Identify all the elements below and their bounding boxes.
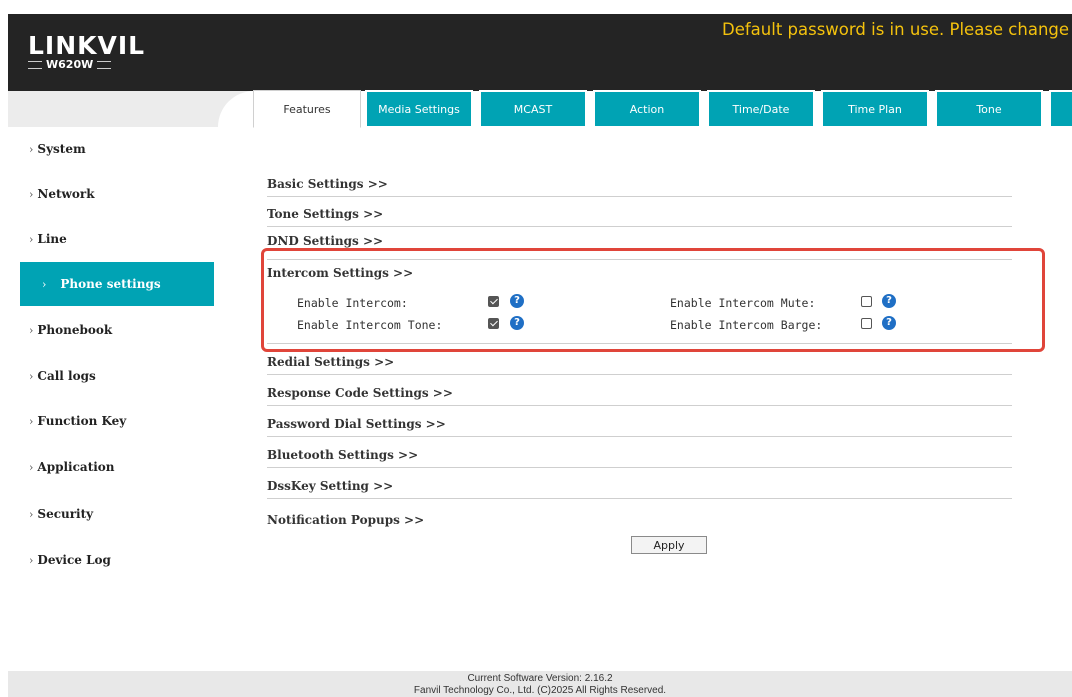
footer: Current Software Version: 2.16.2 Fanvil … (8, 671, 1072, 697)
copyright: Fanvil Technology Co., Ltd. (C)2025 All … (413, 685, 667, 696)
password-warning[interactable]: Default password is in use. Please chang… (722, 20, 1069, 39)
sidebar-item-label: Phonebook (37, 323, 113, 337)
section-divider (267, 343, 1012, 344)
tab-time-plan[interactable]: Time Plan (821, 90, 929, 126)
chevron-right-icon: › (29, 142, 34, 156)
help-icon[interactable]: ? (882, 294, 896, 308)
sidebar-item-label: Call logs (37, 369, 96, 383)
section-response-code-settings[interactable]: Response Code Settings >> (267, 380, 1012, 406)
sidebar-item-label: Security (37, 507, 94, 521)
sidebar-item-network[interactable]: › Network (20, 172, 214, 216)
apply-button[interactable]: Apply (631, 536, 707, 554)
bars-left-icon (28, 61, 42, 69)
tab-time-date[interactable]: Time/Date (707, 90, 815, 126)
help-icon[interactable]: ? (510, 316, 524, 330)
brand-logo: LINKVIL W620W (28, 32, 145, 71)
bars-right-icon (97, 61, 112, 69)
sidebar-item-call-logs[interactable]: › Call logs (20, 354, 214, 398)
enable-intercom-checkbox[interactable] (488, 296, 499, 307)
enable-intercom-mute-label: Enable Intercom Mute: (670, 296, 816, 310)
sidebar-item-phone-settings[interactable]: › Phone settings (20, 262, 214, 306)
sidebar-item-line[interactable]: › Line (20, 217, 214, 261)
sidebar-item-label: Device Log (37, 553, 111, 567)
section-tone-settings[interactable]: Tone Settings >> (267, 201, 1012, 227)
top-header: LINKVIL W620W Default password is in use… (8, 14, 1072, 91)
enable-intercom-tone-checkbox[interactable] (488, 318, 499, 329)
chevron-right-icon: › (29, 507, 34, 521)
enable-intercom-mute-checkbox[interactable] (861, 296, 872, 307)
section-dnd-settings[interactable]: DND Settings >> (267, 232, 1012, 250)
enable-intercom-barge-label: Enable Intercom Barge: (670, 318, 823, 332)
chevron-right-icon: › (29, 414, 34, 428)
sidebar-item-system[interactable]: › System (20, 127, 214, 171)
help-icon[interactable]: ? (510, 294, 524, 308)
tab-action[interactable]: Action (593, 90, 701, 126)
model-text: W620W (46, 58, 94, 71)
chevron-right-icon: › (29, 553, 34, 567)
chevron-right-icon: › (29, 460, 34, 474)
chevron-right-icon: › (42, 277, 47, 291)
sidebar-item-label: Function Key (37, 414, 127, 428)
sidebar-item-label: Line (37, 232, 67, 246)
section-basic-settings[interactable]: Basic Settings >> (267, 171, 1012, 197)
enable-intercom-tone-label: Enable Intercom Tone: (297, 318, 443, 332)
tab-more[interactable] (1049, 90, 1072, 126)
tab-media-settings[interactable]: Media Settings (365, 90, 473, 126)
enable-intercom-barge-checkbox[interactable] (861, 318, 872, 329)
chevron-right-icon: › (29, 369, 34, 383)
sidebar-item-label: Application (37, 460, 115, 474)
sidebar-item-security[interactable]: › Security (20, 492, 214, 536)
chevron-right-icon: › (29, 323, 34, 337)
section-intercom-settings[interactable]: Intercom Settings >> (267, 266, 413, 280)
section-redial-settings[interactable]: Redial Settings >> (267, 349, 1012, 375)
help-icon[interactable]: ? (882, 316, 896, 330)
section-bluetooth-settings[interactable]: Bluetooth Settings >> (267, 442, 1012, 468)
sidebar-item-function-key[interactable]: › Function Key (20, 399, 214, 443)
section-dsskey-setting[interactable]: DssKey Setting >> (267, 473, 1012, 499)
sidebar-item-label: System (37, 142, 86, 156)
sidebar-item-application[interactable]: › Application (20, 445, 214, 489)
enable-intercom-label: Enable Intercom: (297, 296, 408, 310)
logo-text: LINKVIL (28, 31, 146, 60)
software-version: Current Software Version: 2.16.2 (467, 673, 613, 684)
sidebar-item-label: Phone settings (60, 277, 161, 291)
tab-features[interactable]: Features (253, 90, 361, 128)
section-divider (267, 259, 1012, 260)
section-password-dial-settings[interactable]: Password Dial Settings >> (267, 411, 1012, 437)
sidebar-item-label: Network (37, 187, 95, 201)
tab-tone[interactable]: Tone (935, 90, 1043, 126)
model-label: W620W (28, 59, 145, 71)
sidebar-item-device-log[interactable]: › Device Log (20, 538, 214, 582)
section-notification-popups[interactable]: Notification Popups >> (267, 507, 1012, 533)
tab-mcast[interactable]: MCAST (479, 90, 587, 126)
chevron-right-icon: › (29, 232, 34, 246)
sidebar-item-phonebook[interactable]: › Phonebook (20, 308, 214, 352)
chevron-right-icon: › (29, 187, 34, 201)
